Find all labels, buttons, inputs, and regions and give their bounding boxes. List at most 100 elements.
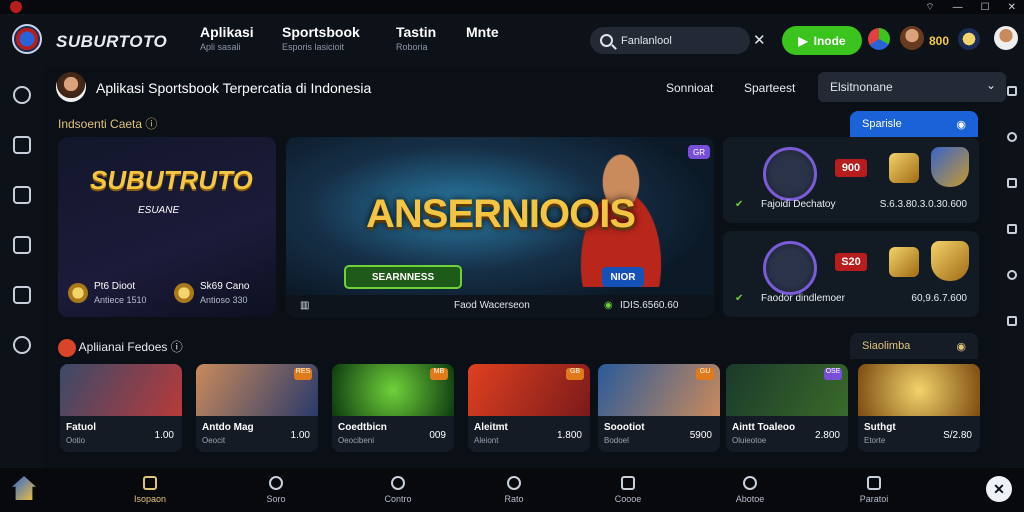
screen-icon[interactable] [1007, 178, 1017, 188]
coin-icon [68, 283, 88, 303]
bottom-tab[interactable]: Coooe [598, 476, 658, 504]
game-sub: Oeocibeni [338, 436, 375, 445]
bottom-tab[interactable]: Rato [484, 476, 544, 504]
game-title: Coedtbicn [338, 422, 387, 433]
check-icon: ✔ [735, 199, 744, 210]
chat-icon[interactable] [13, 336, 31, 354]
promo-sub: ESUANE [138, 205, 180, 216]
home-app-icon[interactable] [12, 476, 36, 500]
circle-icon [507, 476, 521, 490]
game-sub: Ootio [66, 436, 86, 445]
wifi-icon: ⌔ [925, 1, 935, 13]
game-card[interactable]: RES Antdo Mag Oeocit 1.00 [196, 364, 318, 452]
game-value: 1.800 [556, 430, 582, 441]
bottom-tab[interactable]: Paratoi [844, 476, 904, 504]
apps-icon[interactable] [868, 28, 890, 50]
bottom-tab-label: Isopaon [133, 494, 167, 504]
item-sub: Antiece 1510 [94, 295, 147, 305]
document-icon[interactable] [13, 286, 31, 304]
hero-green-badge[interactable]: SEARNNESS [344, 265, 462, 289]
hero-blue-badge[interactable]: NIOR [602, 267, 644, 287]
search-icon[interactable] [13, 86, 31, 104]
shield-icon [931, 147, 969, 187]
hero-footer-icon: ▥ [300, 300, 310, 311]
stat-card[interactable]: 900 ✔ Fajoidi Dechatoy S.6.3.80.3.0.30.6… [723, 137, 979, 223]
search-input[interactable]: Fanlanlool [590, 27, 750, 54]
maximize-button[interactable]: ☐ [981, 2, 990, 13]
home-icon[interactable] [13, 136, 31, 154]
game-tag: MB [430, 368, 448, 380]
stop-icon[interactable] [1007, 86, 1017, 96]
record-icon[interactable] [1007, 132, 1017, 142]
check-circle-icon: ◉ [956, 118, 966, 131]
tab-tastin[interactable]: Tastin Roboria [396, 24, 436, 52]
game-card[interactable]: OSE Aintt Toaleoo Oluieotoe 2.800 [726, 364, 848, 452]
wallet-icon [621, 476, 635, 490]
game-sub: Oluieotoe [732, 436, 767, 445]
item-title: Pt6 Dioot [94, 281, 136, 292]
rotate-icon[interactable] [1007, 224, 1017, 234]
bottom-tab-label: Abotoe [735, 494, 765, 504]
trophy-icon[interactable] [958, 28, 980, 50]
game-card[interactable]: Fatuol Ootio 1.00 [60, 364, 182, 452]
back-icon[interactable] [1007, 316, 1017, 326]
popular-label-text: Apliianai Fedoes [78, 340, 168, 354]
store-icon[interactable] [13, 236, 31, 254]
clear-search-icon[interactable]: ✕ [753, 31, 766, 49]
promo-card-brand[interactable]: SUBUTRUTO ESUANE Pt6 Dioot Antiece 1510 … [58, 137, 276, 317]
bottom-tab[interactable]: Soro [246, 476, 306, 504]
tab-sublabel: Roboria [396, 42, 428, 52]
popular-tag[interactable]: Siaolimba ◉ [850, 333, 978, 359]
tab-label: Mnte [466, 24, 499, 40]
category-select[interactable]: Elsitnonane ⌄ [818, 72, 1006, 102]
hero-banner[interactable]: ANSERNIOOIS GR SEARNNESS NIOR ▥ Faod Wac… [286, 137, 714, 317]
bottom-tab-label: Rato [504, 494, 524, 504]
item-title: Sk69 Cano [200, 281, 250, 292]
bottom-tab[interactable]: Isopaon [120, 476, 180, 504]
game-art [858, 364, 980, 416]
tab-aplikasi[interactable]: Aplikasi Apli sasali [200, 24, 254, 52]
hero-corner-badge: GR [688, 145, 710, 159]
header-link-2[interactable]: Sparteest [744, 81, 795, 95]
featured-tag[interactable]: Sparisle ◉ [850, 111, 978, 137]
stat-value: S.6.3.80.3.0.30.600 [879, 199, 967, 210]
tab-sportsbook[interactable]: Sportsbook Esporis lasicioit [282, 24, 360, 52]
game-title: Aintt Toaleoo [732, 422, 796, 433]
home-button-icon[interactable] [1007, 270, 1017, 280]
game-tag: RES [294, 368, 312, 380]
minimize-button[interactable]: — [953, 2, 963, 13]
primary-cta-button[interactable]: ▶ Inode [782, 26, 862, 55]
tab-mnte[interactable]: Mnte [466, 24, 499, 40]
stat-card[interactable]: S20 ✔ Faodor dindlemoer 60,9.6.7.600 [723, 231, 979, 317]
game-card[interactable]: GU Soootiot Bodoel 5900 [598, 364, 720, 452]
top-navigation: SUBURTOTO Aplikasi Apli sasali Sportsboo… [0, 14, 1024, 66]
stat-number: 900 [835, 159, 867, 177]
bottom-tab-label: Contro [384, 494, 412, 504]
play-icon: ▶ [798, 33, 808, 48]
close-window-button[interactable]: ✕ [1008, 2, 1016, 13]
stat-name: Faodor dindlemoer [761, 293, 845, 304]
profile-avatar[interactable] [994, 26, 1018, 50]
game-card[interactable]: Suthgt Etorte S/2.80 [858, 364, 980, 452]
hero-footer-dot-icon: ◉ [604, 300, 613, 311]
featured-section-label: Indsoenti Caeta ⓘ [58, 115, 157, 132]
coin-icon [743, 476, 757, 490]
game-value: 1.00 [154, 430, 174, 441]
tab-label: Sportsbook [282, 24, 360, 40]
info-icon[interactable]: ⓘ [145, 117, 157, 131]
game-card[interactable]: GB Aleitmt Aleiont 1.800 [468, 364, 590, 452]
header-link-1[interactable]: Sonnioat [666, 81, 713, 95]
info-icon[interactable]: ⓘ [171, 340, 183, 354]
bottom-tab[interactable]: Contro [368, 476, 428, 504]
user-avatar[interactable] [900, 26, 924, 50]
brand-shield-icon[interactable] [12, 24, 42, 54]
popular-tag-label: Siaolimba [862, 340, 911, 352]
floating-action-button[interactable]: ✕ [986, 476, 1012, 502]
layout-icon[interactable] [13, 186, 31, 204]
game-card[interactable]: MB Coedtbicn Oeocibeni 009 [332, 364, 454, 452]
bottom-tab[interactable]: Abotoe [720, 476, 780, 504]
brand-name[interactable]: SUBURTOTO [56, 32, 167, 52]
bottom-navigation: Isopaon Soro Contro Rato Coooe Abotoe Pa… [0, 468, 1024, 512]
window-titlebar: ⌔ — ☐ ✕ [0, 0, 1024, 14]
game-tag: GU [696, 368, 714, 380]
